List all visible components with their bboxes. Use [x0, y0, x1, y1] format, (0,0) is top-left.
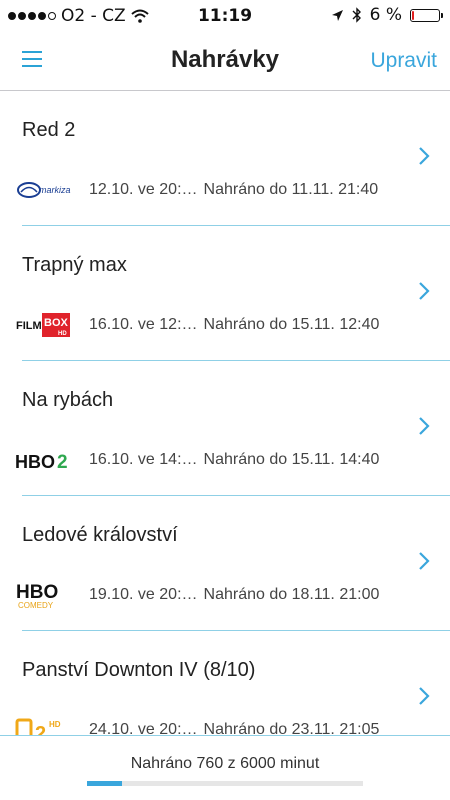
- recording-meta: 19.10. ve 20:… Nahráno do 18.11. 21:00: [89, 586, 379, 604]
- recording-meta: 12.10. ve 20:… Nahráno do 11.11. 21:40: [89, 181, 378, 199]
- recording-row[interactable]: Ledové království HBO COMEDY 19.10. ve 2…: [0, 496, 450, 631]
- location-arrow-icon: [331, 9, 343, 21]
- chevron-right-icon: [419, 417, 430, 435]
- recording-title: Trapný max: [22, 254, 127, 276]
- recording-aired: 16.10. ve 14:…: [89, 451, 198, 468]
- recording-row[interactable]: Panství Downton IV (8/10) 2 HD 24.10. ve…: [0, 631, 450, 735]
- recording-title: Red 2: [22, 119, 76, 141]
- markiza-logo: markiza: [15, 175, 75, 205]
- battery-level: [412, 10, 414, 20]
- chevron-right-icon: [419, 282, 430, 300]
- recording-title: Ledové království: [22, 524, 178, 546]
- recording-meta: 16.10. ve 14:… Nahráno do 15.11. 14:40: [89, 451, 379, 469]
- chevron-right-icon: [419, 687, 430, 705]
- ct2-number-text: 2: [35, 723, 46, 735]
- recordings-list[interactable]: Red 2 markiza 12.10. ve 20:… Nahráno do …: [0, 91, 450, 735]
- recording-row[interactable]: Na rybách HBO 2 16.10. ve 14:… Nahráno d…: [0, 361, 450, 496]
- filmbox-hd-text: HD: [58, 331, 67, 337]
- recording-aired: 19.10. ve 20:…: [89, 586, 198, 603]
- recording-until: Nahráno do 15.11. 12:40: [203, 316, 380, 333]
- chevron-right-icon: [419, 552, 430, 570]
- recording-until: Nahráno do 23.11. 21:05: [203, 721, 380, 735]
- navigation-bar: Nahrávky Upravit: [0, 34, 450, 90]
- bluetooth-icon: [352, 7, 361, 23]
- filmbox-box-text: BOX: [44, 317, 69, 329]
- hbo-comedy-sub-text: COMEDY: [18, 601, 54, 610]
- markiza-logo-text: markiza: [39, 185, 71, 195]
- ct2-hd-logo: 2 HD: [15, 715, 75, 735]
- quota-label: Nahráno 760 z 6000 minut: [130, 755, 320, 772]
- chevron-right-icon: [419, 147, 430, 165]
- recording-row[interactable]: Trapný max FILM BOX HD 16.10. ve 12:… Na…: [0, 226, 450, 361]
- filmbox-film-text: FILM: [16, 320, 42, 332]
- recording-until: Nahráno do 11.11. 21:40: [203, 181, 379, 198]
- quota-divider: [0, 735, 450, 736]
- recording-meta: 16.10. ve 12:… Nahráno do 15.11. 12:40: [89, 316, 379, 334]
- recording-quota-bar: Nahráno 760 z 6000 minut: [0, 735, 450, 800]
- ct2-hd-text: HD: [49, 720, 61, 729]
- quota-progress-fill: [87, 781, 122, 786]
- edit-button[interactable]: Upravit: [370, 49, 437, 73]
- hbo2-logo: HBO 2: [15, 445, 75, 475]
- battery-percent: 6 %: [369, 5, 402, 25]
- quota-progress-track: [87, 781, 363, 786]
- recording-title: Panství Downton IV (8/10): [22, 659, 256, 681]
- recording-aired: 16.10. ve 12:…: [89, 316, 198, 333]
- hbo2-hbo-text: HBO: [15, 452, 55, 472]
- hbo-comedy-logo: HBO COMEDY: [15, 580, 75, 610]
- recording-title: Na rybách: [22, 389, 114, 411]
- status-bar: O2 - CZ 11:19 6 %: [0, 0, 450, 34]
- battery-icon: [410, 8, 443, 22]
- hbo-comedy-hbo-text: HBO: [16, 582, 58, 603]
- recording-until: Nahráno do 15.11. 14:40: [203, 451, 380, 468]
- status-right: 6 %: [331, 5, 443, 25]
- recording-aired: 12.10. ve 20:…: [89, 181, 198, 198]
- recording-meta: 24.10. ve 20:… Nahráno do 23.11. 21:05: [89, 721, 379, 735]
- recording-until: Nahráno do 18.11. 21:00: [203, 586, 380, 603]
- recording-aired: 24.10. ve 20:…: [89, 721, 198, 735]
- hbo2-number-text: 2: [57, 452, 68, 473]
- recording-row[interactable]: Red 2 markiza 12.10. ve 20:… Nahráno do …: [0, 91, 450, 226]
- filmbox-hd-logo: FILM BOX HD: [15, 310, 75, 340]
